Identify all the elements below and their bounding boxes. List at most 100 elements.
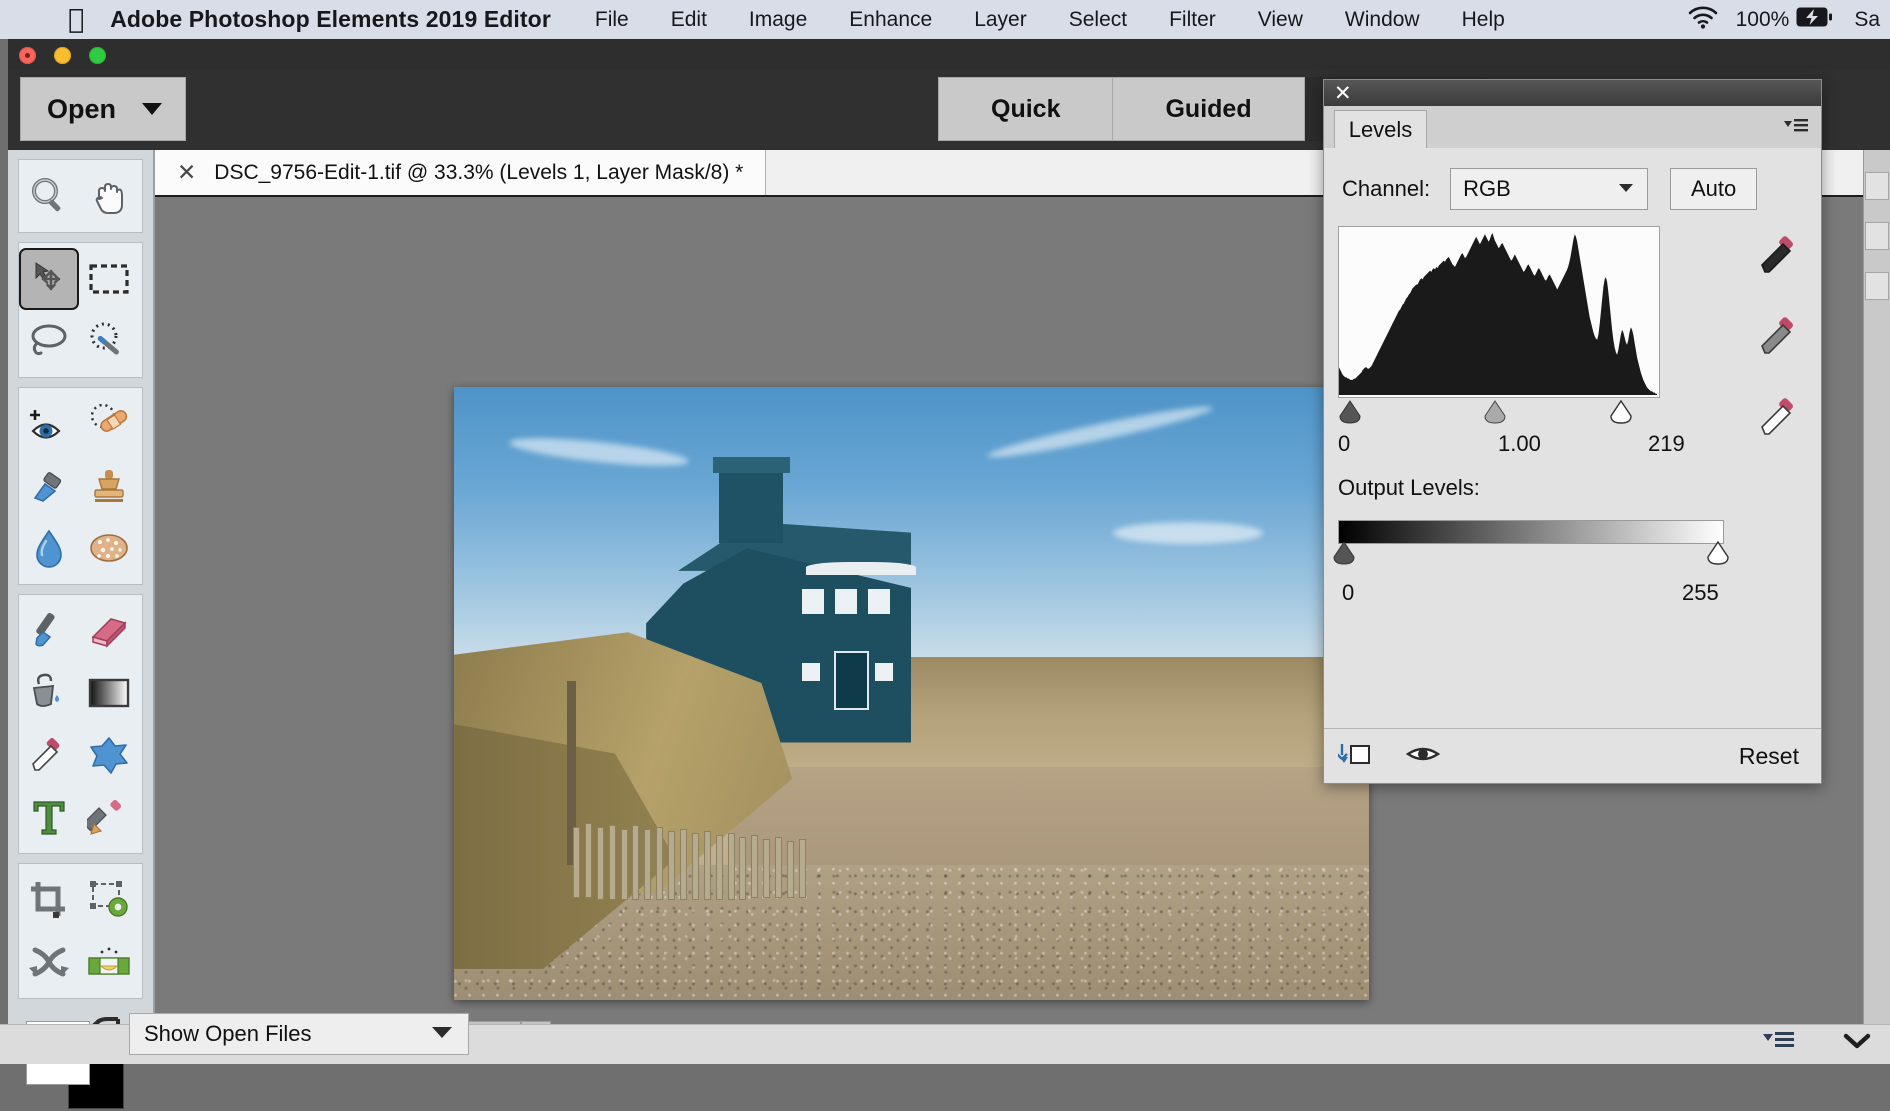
show-open-files-dropdown[interactable]: Show Open Files [129,1013,469,1055]
eyedropper-icon [27,734,71,776]
dock-button-graphics[interactable] [1865,272,1889,300]
eyedropper-buttons [1757,232,1805,445]
quick-selection-tool[interactable] [79,310,139,372]
open-button-label: Open [47,94,116,125]
gradient-tool[interactable] [79,662,139,724]
rectangular-marquee-tool[interactable] [79,248,139,310]
menu-window[interactable]: Window [1345,8,1420,32]
crop-tool[interactable] [19,869,79,931]
set-gray-point-eyedropper[interactable] [1757,313,1805,364]
magnifier-icon [28,175,70,217]
clone-stamp-tool[interactable] [79,455,139,517]
dashed-rectangle-icon [88,262,130,296]
dock-button-layers[interactable] [1865,172,1889,200]
caret-down-icon[interactable] [1617,180,1635,198]
water-drop-icon [31,527,67,569]
apple-logo-icon[interactable]:  [68,6,84,33]
black-input-slider[interactable] [1338,400,1362,424]
eye-icon[interactable] [1406,743,1440,770]
dock-button-effects[interactable] [1865,222,1889,250]
document-tab[interactable]: ✕ DSC_9756-Edit-1.tif @ 33.3% (Levels 1,… [155,150,766,195]
content-aware-move-tool[interactable] [19,931,79,993]
white-input-slider[interactable] [1609,400,1633,424]
minimize-window-button[interactable] [54,47,71,64]
input-black-value[interactable]: 0 [1338,431,1350,457]
lasso-icon [27,321,71,361]
histogram[interactable] [1338,226,1660,398]
panel-menu-icon[interactable] [1783,117,1809,140]
lasso-tool[interactable] [19,310,79,372]
custom-shape-tool[interactable] [79,724,139,786]
macos-menu-bar:  Adobe Photoshop Elements 2019 Editor F… [0,0,1890,39]
chevron-down-icon[interactable] [1842,1030,1872,1057]
traffic-light-buttons [19,47,106,64]
output-black-value[interactable]: 0 [1342,580,1354,606]
menu-layer[interactable]: Layer [974,8,1027,32]
tool-group-draw [18,594,143,854]
document-tab-title: DSC_9756-Edit-1.tif @ 33.3% (Levels 1, L… [214,161,743,185]
screen-root:  Adobe Photoshop Elements 2019 Editor F… [0,0,1890,1063]
channel-select[interactable]: RGB [1450,168,1648,210]
menu-items: File Edit Image Enhance Layer Select Fil… [595,8,1547,32]
set-black-point-eyedropper[interactable] [1757,232,1805,283]
close-icon[interactable]: ✕ [1334,83,1352,103]
clip-to-layer-icon[interactable] [1338,741,1382,772]
photo-image[interactable] [454,387,1369,1000]
tab-levels[interactable]: Levels [1334,110,1427,149]
close-window-button[interactable] [19,47,36,64]
gamma-input-slider[interactable] [1483,400,1507,424]
red-eye-removal-tool[interactable] [19,393,79,455]
auto-button[interactable]: Auto [1670,168,1757,210]
type-tool[interactable] [19,786,79,848]
blur-tool[interactable] [19,517,79,579]
input-levels-values: 0 1.00 219 [1338,431,1808,459]
battery-charging-icon[interactable] [1796,7,1832,32]
panel-menu-icon[interactable] [1762,1029,1796,1058]
straighten-tool[interactable] [79,931,139,993]
close-icon[interactable]: ✕ [177,160,196,186]
reset-button[interactable]: Reset [1739,743,1799,770]
cloud [1113,522,1263,544]
sponge-tool[interactable] [79,517,139,579]
tab-guided[interactable]: Guided [1113,77,1304,141]
photo-bin-bar: Show Open Files [0,1024,1890,1064]
barn-tower [719,470,783,544]
wifi-icon[interactable] [1688,6,1718,34]
hand-tool[interactable] [79,165,139,227]
input-levels-sliders [1338,400,1658,424]
menu-select[interactable]: Select [1069,8,1127,32]
brush-tool[interactable] [19,600,79,662]
barn-window [835,589,857,614]
spot-healing-brush-tool[interactable] [79,393,139,455]
menu-file[interactable]: File [595,8,629,32]
tool-group-modify [18,863,143,999]
menu-image[interactable]: Image [749,8,807,32]
smart-brush-tool[interactable] [19,455,79,517]
pencil-tool[interactable] [79,786,139,848]
menu-filter[interactable]: Filter [1169,8,1216,32]
move-tool[interactable] [19,248,79,310]
output-white-value[interactable]: 255 [1682,580,1719,606]
menu-view[interactable]: View [1258,8,1303,32]
siri-label[interactable]: Sa [1854,8,1880,32]
open-button[interactable]: Open [20,77,186,141]
zoom-window-button[interactable] [89,47,106,64]
caret-down-icon[interactable] [142,103,162,115]
eraser-icon [87,613,131,649]
paint-bucket-tool[interactable] [19,662,79,724]
recompose-tool[interactable] [79,869,139,931]
color-picker-tool[interactable] [19,724,79,786]
menu-edit[interactable]: Edit [671,8,707,32]
zoom-tool[interactable] [19,165,79,227]
menu-enhance[interactable]: Enhance [849,8,932,32]
menu-help[interactable]: Help [1462,8,1505,32]
paint-brush-blue-icon [27,466,71,506]
caret-down-icon[interactable] [430,1025,454,1044]
output-white-slider[interactable] [1706,541,1730,565]
output-black-slider[interactable] [1332,541,1356,565]
tab-quick[interactable]: Quick [938,77,1113,141]
input-gamma-value[interactable]: 1.00 [1498,431,1541,457]
input-white-value[interactable]: 219 [1648,431,1685,457]
levels-panel-titlebar[interactable]: ✕ [1324,80,1821,106]
eraser-tool[interactable] [79,600,139,662]
